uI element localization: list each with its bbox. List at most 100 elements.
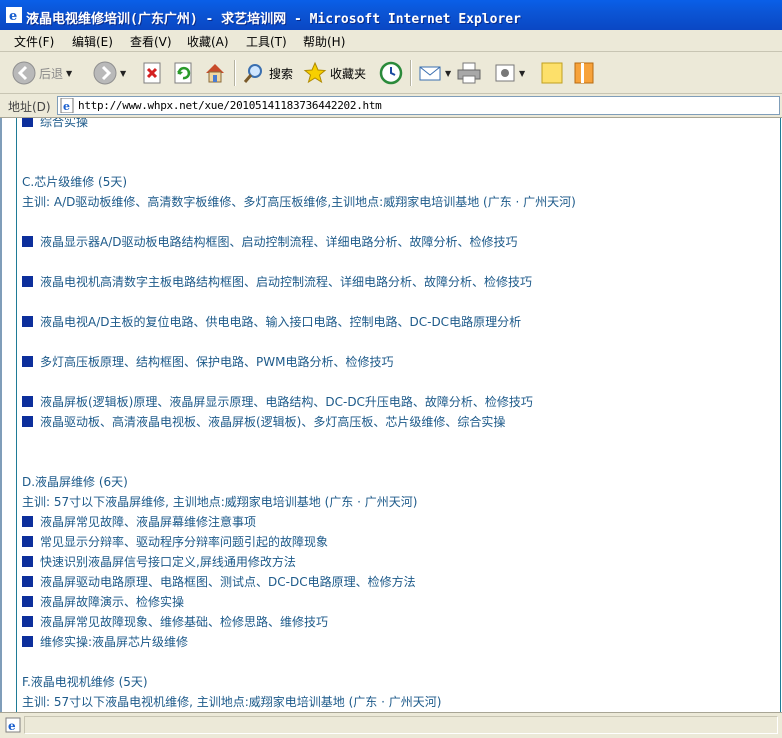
list-item: 液晶屏常见故障现象、维修基础、检修思路、维修技巧 — [22, 613, 328, 630]
line-text: C.芯片级维修 (5天) — [22, 175, 128, 189]
line-text: 液晶驱动板、高清液晶电视板、液晶屏板(逻辑板)、多灯高压板、芯片级维修、综合实操 — [40, 415, 506, 429]
line-text: 液晶屏板(逻辑板)原理、液晶屏显示原理、电路结构、DC-DC升压电路、故障分析、… — [40, 395, 533, 409]
bullet-square-icon — [22, 576, 33, 587]
menu-edit[interactable]: 编辑(E) — [72, 33, 113, 50]
menu-help[interactable]: 帮助(H) — [303, 33, 345, 50]
title-bar[interactable]: e 液晶电视维修培训(广东广州) - 求艺培训网 - Microsoft Int… — [0, 0, 782, 30]
back-dropdown-icon[interactable]: ▼ — [66, 69, 72, 78]
line-text: 综合实操 — [40, 118, 89, 129]
status-text-field — [24, 716, 778, 734]
forward-dropdown-icon[interactable]: ▼ — [120, 69, 126, 78]
stop-icon — [143, 62, 161, 84]
line-text: 主训: A/D驱动板维修、高清数字板维修、多灯高压板维修,主训地点:威翔家电培训… — [22, 195, 576, 209]
back-button[interactable]: 后退 ▼ — [12, 59, 72, 87]
list-item: 液晶电视A/D主板的复位电路、供电电路、输入接口电路、控制电路、DC-DC电路原… — [22, 313, 521, 330]
svg-text:e: e — [8, 719, 16, 733]
search-icon — [243, 64, 262, 83]
address-bar: 地址(D) e http://www.whpx.net/xue/20105141… — [0, 94, 782, 118]
address-label: 地址(D) — [8, 100, 51, 114]
line-text: 快速识别液晶屏信号接口定义,屏线通用修改方法 — [40, 555, 296, 569]
history-button[interactable] — [378, 59, 404, 87]
research-button[interactable] — [572, 59, 596, 87]
bullet-square-icon — [22, 236, 33, 247]
bullet-square-icon — [22, 536, 33, 547]
bullet-square-icon — [22, 516, 33, 527]
content-text-line: 主训: 57寸以下液晶电视机维修, 主训地点:威翔家电培训基地 (广东 · 广州… — [22, 693, 441, 710]
menu-tools[interactable]: 工具(T) — [246, 33, 287, 50]
printer-icon — [457, 62, 481, 84]
page-content[interactable]: 综合实操 C.芯片级维修 (5天) 主训: A/D驱动板维修、高清数字板维修、多灯高… — [0, 118, 782, 712]
content-text-line: 主训: A/D驱动板维修、高清数字板维修、多灯高压板维修,主训地点:威翔家电培训… — [22, 193, 576, 210]
back-arrow-icon — [12, 61, 36, 85]
refresh-icon — [174, 62, 192, 84]
forward-arrow-icon — [93, 61, 117, 85]
menu-view[interactable]: 查看(V) — [130, 33, 172, 50]
favorites-star-icon — [303, 61, 327, 84]
bullet-square-icon — [22, 396, 33, 407]
line-text: 主训: 57寸以下液晶电视机维修, 主训地点:威翔家电培训基地 (广东 · 广州… — [22, 695, 442, 709]
list-item: 常见显示分辩率、驱动程序分辩率问题引起的故障现象 — [22, 533, 328, 550]
address-input[interactable]: e http://www.whpx.net/xue/20105141183736… — [57, 96, 780, 115]
line-text: 维修实操:液晶屏芯片级维修 — [40, 635, 189, 649]
status-bar: e — [0, 712, 782, 738]
line-text: 多灯高压板原理、结构框图、保护电路、PWM电路分析、检修技巧 — [40, 355, 394, 369]
menu-favorites[interactable]: 收藏(A) — [187, 33, 229, 50]
bullet-square-icon — [22, 616, 33, 627]
list-item: 液晶屏常见故障、液晶屏幕维修注意事项 — [22, 513, 256, 530]
bullet-square-icon — [22, 596, 33, 607]
stop-button[interactable] — [141, 59, 163, 87]
home-button[interactable] — [203, 59, 227, 87]
line-text: 液晶屏故障演示、检修实操 — [40, 595, 185, 609]
content-text-line: C.芯片级维修 (5天) — [22, 173, 127, 190]
line-text: 液晶屏常见故障现象、维修基础、检修思路、维修技巧 — [40, 615, 329, 629]
menu-bar: 文件(F) 编辑(E) 查看(V) 收藏(A) 工具(T) 帮助(H) — [0, 30, 782, 52]
history-icon — [379, 61, 403, 85]
edit-dropdown-icon[interactable]: ▼ — [519, 69, 525, 78]
mail-icon — [419, 66, 441, 81]
refresh-button[interactable] — [172, 59, 194, 87]
bullet-square-icon — [22, 556, 33, 567]
toolbar-separator — [410, 60, 412, 86]
address-url: http://www.whpx.net/xue/2010514118373644… — [78, 99, 382, 112]
line-text: F.液晶电视机维修 (5天) — [22, 675, 148, 689]
line-text: 主训: 57寸以下液晶屏维修, 主训地点:威翔家电培训基地 (广东 · 广州天河… — [22, 495, 418, 509]
discuss-button[interactable] — [540, 59, 564, 87]
page-ie-icon: e — [60, 98, 74, 113]
bullet-square-icon — [22, 316, 33, 327]
toolbar: 后退 ▼ ▼ 搜索 收藏夹 ▼ ▼ — [0, 52, 782, 94]
edit-button[interactable]: ▼ — [494, 59, 525, 87]
list-item: 维修实操:液晶屏芯片级维修 — [22, 633, 188, 650]
list-item: 液晶屏驱动电路原理、电路框图、测试点、DC-DC电路原理、检修方法 — [22, 573, 416, 590]
bullet-square-icon — [22, 118, 33, 127]
line-text: 液晶屏驱动电路原理、电路框图、测试点、DC-DC电路原理、检修方法 — [40, 575, 416, 589]
line-text: D.液晶屏维修 (6天) — [22, 475, 128, 489]
svg-text:e: e — [9, 9, 17, 23]
back-label: 后退 — [39, 66, 64, 81]
home-icon — [206, 64, 224, 83]
list-item: 液晶驱动板、高清液晶电视板、液晶屏板(逻辑板)、多灯高压板、芯片级维修、综合实操 — [22, 413, 505, 430]
ie-logo-icon: e — [6, 7, 22, 23]
line-text: 液晶电视A/D主板的复位电路、供电电路、输入接口电路、控制电路、DC-DC电路原… — [40, 315, 522, 329]
line-text: 常见显示分辩率、驱动程序分辩率问题引起的故障现象 — [40, 535, 329, 549]
print-button[interactable] — [456, 59, 482, 87]
content-text-line: F.液晶电视机维修 (5天) — [22, 673, 148, 690]
line-text: 液晶显示器A/D驱动板电路结构框图、启动控制流程、详细电路分析、故障分析、检修技… — [40, 235, 518, 249]
mail-dropdown-icon[interactable]: ▼ — [445, 69, 451, 78]
window-title: 液晶电视维修培训(广东广州) - 求艺培训网 - Microsoft Inter… — [26, 12, 521, 27]
list-item: 液晶屏板(逻辑板)原理、液晶屏显示原理、电路结构、DC-DC升压电路、故障分析、… — [22, 393, 533, 410]
menu-file[interactable]: 文件(F) — [14, 33, 54, 50]
svg-text:e: e — [63, 100, 70, 113]
list-item: 液晶电视机高清数字主板电路结构框图、启动控制流程、详细电路分析、故障分析、检修技… — [22, 273, 532, 290]
bullet-square-icon — [22, 416, 33, 427]
list-item: 液晶显示器A/D驱动板电路结构框图、启动控制流程、详细电路分析、故障分析、检修技… — [22, 233, 518, 250]
content-text-line: 主训: 57寸以下液晶屏维修, 主训地点:威翔家电培训基地 (广东 · 广州天河… — [22, 493, 417, 510]
content-text-line: D.液晶屏维修 (6天) — [22, 473, 128, 490]
favorites-label: 收藏夹 — [330, 66, 367, 81]
note-icon — [541, 62, 563, 84]
search-button[interactable]: 搜索 — [242, 59, 293, 87]
list-item: 多灯高压板原理、结构框图、保护电路、PWM电路分析、检修技巧 — [22, 353, 393, 370]
favorites-button[interactable]: 收藏夹 — [303, 59, 366, 87]
search-label: 搜索 — [269, 66, 294, 81]
forward-button[interactable]: ▼ — [93, 59, 126, 87]
mail-button[interactable]: ▼ — [418, 59, 451, 87]
